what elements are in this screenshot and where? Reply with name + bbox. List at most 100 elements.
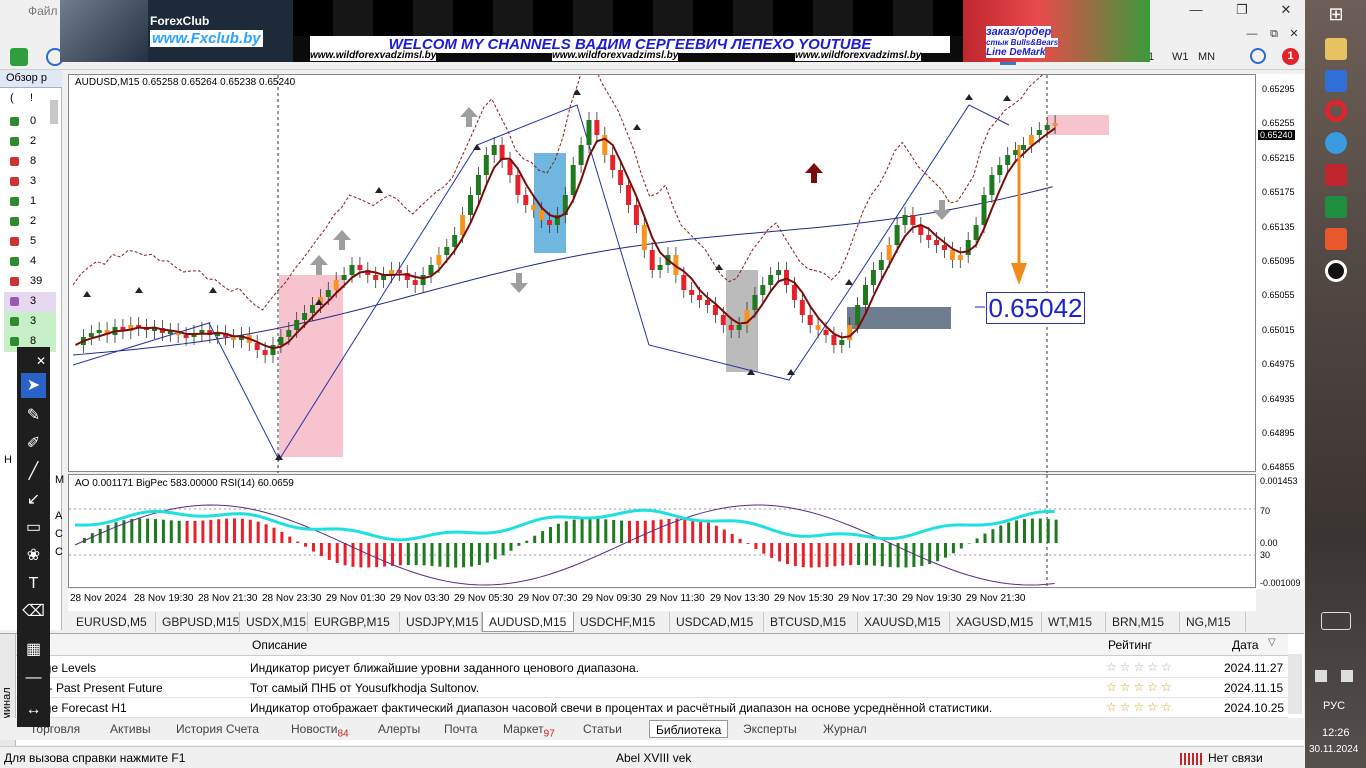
terminal-tab[interactable]: Новости84 xyxy=(291,720,349,739)
market-watch-row[interactable]: 4 xyxy=(4,252,56,272)
market-watch-row[interactable]: 2 xyxy=(4,132,56,152)
shapes-tool-icon[interactable]: ❀ xyxy=(21,543,46,568)
market-watch-row[interactable]: 3 xyxy=(4,292,56,312)
notification-badge[interactable]: 1 xyxy=(1282,48,1299,65)
cursor-tool-icon[interactable]: ➤ xyxy=(21,373,46,398)
market-watch-row[interactable]: 2 xyxy=(4,212,56,232)
terminal-tab[interactable]: История Счета xyxy=(176,720,259,738)
new-order-icon[interactable] xyxy=(10,48,28,66)
pencil-tool-icon[interactable]: ✎ xyxy=(21,403,46,428)
terminal-tab[interactable]: Эксперты xyxy=(743,720,797,738)
ao-histogram-bar xyxy=(541,531,545,543)
market-watch-row[interactable]: 3 xyxy=(4,172,56,192)
time-tick-label: 29 Nov 07:30 xyxy=(518,593,578,604)
symbol-tab[interactable]: USDJPY,M15 xyxy=(400,612,482,632)
symbol-tab[interactable]: EURGBP,M15 xyxy=(308,612,400,632)
symbol-tab[interactable]: GBPUSD,M15 xyxy=(156,612,240,632)
minimize-button[interactable]: — xyxy=(1180,0,1212,20)
library-row[interactable]: nge Forecast H1 Индикатор отображает факт… xyxy=(0,698,1288,718)
banner-image: ForexClub www.Fxclub.by WELCOM MY CHANNE… xyxy=(60,0,1150,62)
market-watch-row[interactable]: 8 xyxy=(4,152,56,172)
terminal-tab[interactable]: Алерты xyxy=(378,720,420,738)
terminal-tab[interactable]: Почта xyxy=(444,720,477,738)
language-indicator[interactable]: РУС xyxy=(1323,700,1345,712)
library-row[interactable]: nge Levels Индикатор рисует ближайшие уро… xyxy=(0,658,1288,678)
symbol-tab[interactable]: NG,M15 xyxy=(1180,612,1246,632)
hline-tool-icon[interactable]: — xyxy=(21,665,46,690)
toolbox-close-icon[interactable]: ✕ xyxy=(35,349,47,374)
navigator-tab-label[interactable]: Н xyxy=(4,454,12,466)
clock-date[interactable]: 30.11.2024 xyxy=(1309,744,1358,755)
terminal-tab[interactable]: Журнал xyxy=(823,720,867,738)
market-watch-row[interactable]: 0 xyxy=(4,112,56,132)
indicator-subwindow[interactable]: AO 0.001171 BigPec 583.00000 RSI(14) 60.… xyxy=(68,474,1257,589)
timeframe-w1[interactable]: W1 xyxy=(1172,48,1189,66)
explorer-icon[interactable] xyxy=(1325,38,1347,60)
market-watch-title: Обзор р xyxy=(6,72,47,84)
marker-tool-icon[interactable]: ✐ xyxy=(21,431,46,456)
inner-close-button[interactable]: ✕ xyxy=(1284,24,1304,44)
signal-up-arrow xyxy=(460,107,478,127)
expand-tool-icon[interactable]: ↔ xyxy=(21,697,46,722)
speaker-app-icon[interactable] xyxy=(1325,164,1347,186)
market-watch-scrollbar[interactable] xyxy=(50,100,58,124)
ao-histogram-bar xyxy=(359,543,363,568)
ao-histogram-bar xyxy=(659,519,663,543)
candle-body xyxy=(768,275,774,285)
terminal-tab[interactable]: Библиотека xyxy=(649,720,729,738)
text-tool-icon[interactable]: T xyxy=(21,571,46,596)
symbol-tab[interactable]: EURUSD,M5 xyxy=(70,612,156,632)
timeframe-mn[interactable]: MN xyxy=(1198,48,1215,66)
opera-icon[interactable] xyxy=(1325,100,1347,122)
clock-time[interactable]: 12:26 xyxy=(1322,727,1350,739)
rectangle-tool-icon[interactable]: ▭ xyxy=(21,515,46,540)
symbol-tab[interactable]: XAGUSD,M15 xyxy=(950,612,1042,632)
symbol-tab[interactable]: BRN,M15 xyxy=(1106,612,1180,632)
market-watch-row[interactable]: 1 xyxy=(4,192,56,212)
market-watch-row[interactable]: 5 xyxy=(4,232,56,252)
inner-restore-button[interactable]: ⧉ xyxy=(1264,24,1284,44)
market-watch-row[interactable]: 39 xyxy=(4,272,56,292)
search-icon[interactable] xyxy=(1250,48,1266,64)
start-icon[interactable]: ⊞ xyxy=(1325,4,1347,26)
banner-site: www.Fxclub.by xyxy=(150,30,263,47)
menu-file[interactable]: Файл xyxy=(28,4,58,18)
col-rating[interactable]: Рейтинг xyxy=(1108,638,1152,652)
col-date[interactable]: Дата xyxy=(1232,638,1259,652)
symbol-tab[interactable]: XAUUSD,M15 xyxy=(858,612,950,632)
terminal-tabs: Торговля Активы История Счета Новости84 Алер… xyxy=(0,718,1304,740)
line-tool-icon[interactable]: ╱ xyxy=(21,459,46,484)
col-description[interactable]: Описание xyxy=(252,638,307,652)
app-icon-1[interactable] xyxy=(1325,70,1347,92)
calculator-icon[interactable] xyxy=(1325,196,1347,218)
record-icon[interactable] xyxy=(1325,260,1347,282)
close-button[interactable]: ✕ xyxy=(1270,0,1302,20)
arrow-tool-icon[interactable]: ↙ xyxy=(21,487,46,512)
status-profile[interactable]: Abel XVIII vek xyxy=(616,751,691,765)
terminal-tab[interactable]: Активы xyxy=(110,720,151,738)
symbol-tab[interactable]: WT,M15 xyxy=(1042,612,1106,632)
eraser-tool-icon[interactable]: ⌫ xyxy=(21,599,46,624)
symbol-tab[interactable]: USDX,M15 xyxy=(240,612,308,632)
price-chart[interactable]: AUDUSD,M15 0.65258 0.65264 0.65238 0.652… xyxy=(68,74,1256,473)
restore-button[interactable]: ❐ xyxy=(1226,0,1258,20)
terminal-tab[interactable]: Маркет97 xyxy=(503,720,555,739)
app-icon-2[interactable] xyxy=(1325,228,1347,250)
library-scrollbar[interactable] xyxy=(1288,654,1302,714)
keyboard-icon[interactable] xyxy=(1321,612,1351,630)
ao-histogram-bar xyxy=(833,543,837,567)
market-watch-row[interactable]: 3 xyxy=(4,312,56,332)
network-icon[interactable] xyxy=(1315,670,1327,682)
volume-icon[interactable] xyxy=(1341,670,1353,682)
sort-arrow-icon[interactable]: ▽ xyxy=(1268,637,1276,648)
terminal-tab[interactable]: Статьи xyxy=(583,720,622,738)
paint-icon[interactable] xyxy=(1325,132,1347,154)
symbol-tab[interactable]: USDCAD,M15 xyxy=(670,612,764,632)
library-row[interactable]: F - Past Present Future Тот самый ПНБ от … xyxy=(0,678,1288,698)
symbol-tab[interactable]: AUDUSD,M15 xyxy=(482,612,574,632)
inner-minimize-button[interactable]: — xyxy=(1242,24,1262,44)
rating-stars-icon: ☆☆☆☆☆ xyxy=(1106,660,1175,674)
symbol-tab[interactable]: USDCHF,M15 xyxy=(574,612,670,632)
symbol-tab[interactable]: BTCUSD,M15 xyxy=(764,612,858,632)
checker-tool-icon[interactable]: ▦ xyxy=(21,637,46,662)
